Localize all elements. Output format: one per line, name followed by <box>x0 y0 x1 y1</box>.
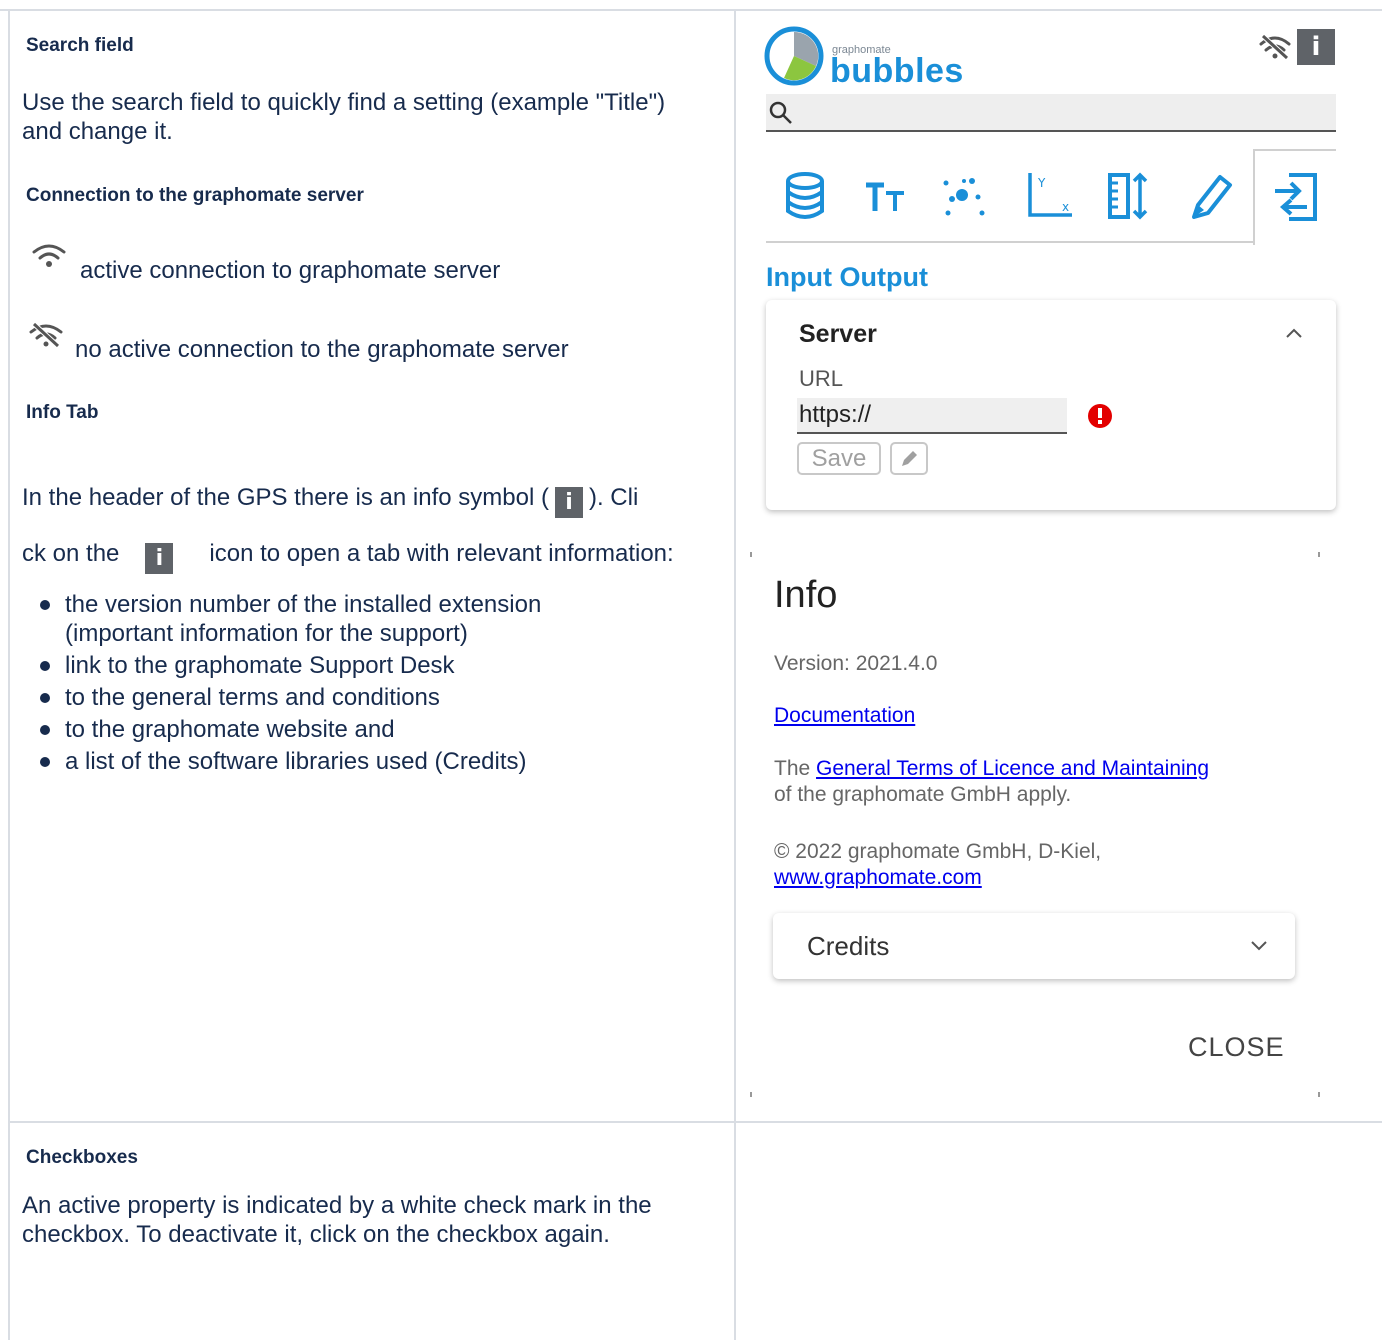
connection-heading: Connection to the graphomate server <box>26 185 364 206</box>
list-item: link to the graphomate Support Desk <box>8 651 708 680</box>
info-text-part4: icon to open a tab with relevant informa… <box>209 540 674 567</box>
layout-icon[interactable] <box>1104 167 1154 227</box>
copyright-text: © 2022 graphomate GmbH, D-Kiel, www.grap… <box>774 839 1314 891</box>
dialog-corner <box>750 552 752 557</box>
save-button[interactable]: Save <box>797 442 881 475</box>
edit-button[interactable] <box>890 442 928 475</box>
documentation-link[interactable]: Documentation <box>774 703 915 729</box>
url-field[interactable]: https:// <box>797 398 1067 434</box>
bubbles-icon[interactable] <box>938 167 988 227</box>
data-icon[interactable] <box>780 167 830 227</box>
wifi-icon <box>32 244 66 267</box>
no-connection-text: no active connection to the graphomate s… <box>75 336 569 363</box>
close-button[interactable]: CLOSE <box>1188 1032 1285 1063</box>
logo-big-text: bubbles <box>830 52 964 90</box>
terms-suffix: of the graphomate GmbH apply. <box>774 783 1072 806</box>
dialog-corner <box>1318 1092 1320 1097</box>
info-bullet-list: the version number of the installed exte… <box>8 590 708 779</box>
url-label: URL <box>799 366 844 391</box>
terms-text: The General Terms of Licence and Maintai… <box>774 756 1314 808</box>
checkboxes-heading: Checkboxes <box>26 1147 138 1168</box>
chevron-up-icon[interactable] <box>1284 326 1304 340</box>
info-text-line2: ck on the i icon to open a tab with releva… <box>22 539 674 574</box>
graphomate-logo-icon <box>764 26 824 86</box>
text-icon[interactable] <box>862 167 912 227</box>
wifi-off-icon <box>29 322 63 348</box>
input-output-icon[interactable] <box>1271 167 1321 227</box>
copyright-line: © 2022 graphomate GmbH, D-Kiel, <box>774 840 1102 863</box>
info-icon: i <box>145 543 174 574</box>
info-text-line1: In the header of the GPS there is an inf… <box>22 483 638 518</box>
server-title: Server <box>799 320 877 348</box>
active-connection-text: active connection to graphomate server <box>80 257 501 284</box>
list-item: the version number of the installed exte… <box>8 590 608 648</box>
list-item: to the graphomate website and <box>8 715 708 744</box>
info-text-part2: ). Cli <box>588 484 639 511</box>
table-border-top <box>0 9 1382 11</box>
svg-text:x: x <box>1062 200 1069 214</box>
tab-bar: Y x <box>766 149 1336 245</box>
error-icon <box>1088 404 1112 428</box>
dialog-corner <box>1318 552 1320 557</box>
table-divider-horizontal <box>8 1121 1382 1123</box>
search-input[interactable] <box>766 94 1336 132</box>
info-button[interactable]: i <box>1297 29 1335 65</box>
info-dialog-title: Info <box>774 574 838 616</box>
search-icon <box>769 101 792 124</box>
website-link[interactable]: www.graphomate.com <box>774 866 982 889</box>
table-divider-vertical <box>734 9 736 1340</box>
axes-icon[interactable]: Y x <box>1024 167 1074 227</box>
wifi-off-icon[interactable] <box>1258 34 1292 60</box>
info-icon: i <box>554 487 583 518</box>
info-text-part3: ck on the <box>22 540 120 567</box>
checkboxes-text: An active property is indicated by a whi… <box>22 1192 652 1248</box>
credits-expander[interactable]: Credits <box>773 913 1295 979</box>
terms-link[interactable]: General Terms of Licence and Maintaining <box>816 757 1209 780</box>
tab-bar-underline <box>766 241 1253 243</box>
section-title: Input Output <box>766 262 928 292</box>
search-field-text: Use the search field to quickly find a s… <box>22 89 666 145</box>
version-text: Version: 2021.4.0 <box>774 652 938 675</box>
chevron-down-icon <box>1251 941 1267 951</box>
info-tab-heading: Info Tab <box>26 402 99 423</box>
terms-prefix: The <box>774 757 811 780</box>
info-text-part1: In the header of the GPS there is an inf… <box>22 484 549 511</box>
svg-text:Y: Y <box>1037 176 1046 190</box>
pencil-icon <box>902 451 917 466</box>
credits-label: Credits <box>807 931 890 961</box>
list-item: to the general terms and conditions <box>8 683 708 712</box>
search-field-heading: Search field <box>26 35 134 56</box>
list-item: a list of the software libraries used (C… <box>8 747 708 776</box>
dialog-corner <box>750 1092 752 1097</box>
pencil-icon[interactable] <box>1184 167 1234 227</box>
